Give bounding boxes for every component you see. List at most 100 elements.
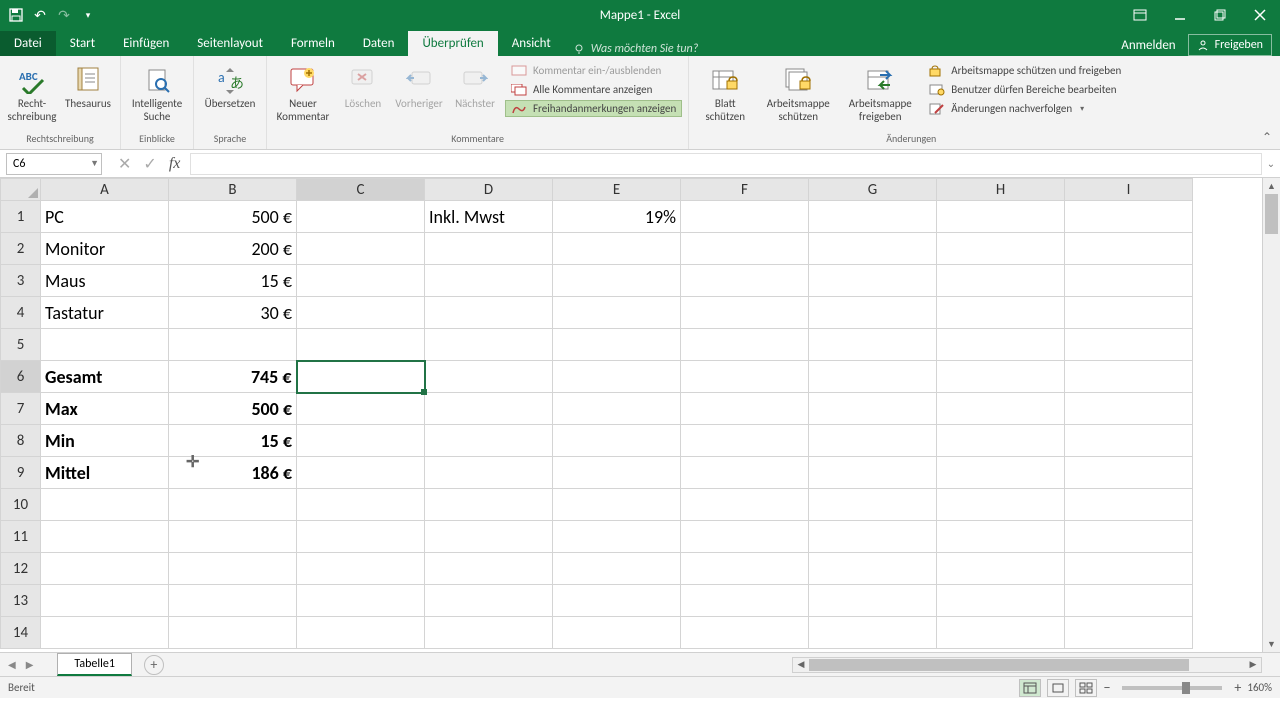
cell-F11[interactable] <box>681 521 809 553</box>
ribbon-options-icon[interactable] <box>1120 0 1160 30</box>
scroll-up-icon[interactable]: ▲ <box>1263 178 1280 194</box>
column-header-F[interactable]: F <box>681 179 809 201</box>
horizontal-scrollbar[interactable]: ◀ ▶ <box>792 657 1262 673</box>
row-header-4[interactable]: 4 <box>1 297 41 329</box>
cell-B10[interactable] <box>169 489 297 521</box>
tab-daten[interactable]: Daten <box>349 31 409 56</box>
cell-I10[interactable] <box>1065 489 1193 521</box>
cell-I8[interactable] <box>1065 425 1193 457</box>
cell-G4[interactable] <box>809 297 937 329</box>
tab-ansicht[interactable]: Ansicht <box>498 31 565 56</box>
cell-C13[interactable] <box>297 585 425 617</box>
translate-button[interactable]: aあ Übersetzen <box>200 62 260 113</box>
qat-customize-icon[interactable]: ▾ <box>80 7 96 23</box>
row-header-9[interactable]: 9 <box>1 457 41 489</box>
row-header-14[interactable]: 14 <box>1 617 41 649</box>
cell-C6[interactable] <box>297 361 425 393</box>
cell-F3[interactable] <box>681 265 809 297</box>
signin-link[interactable]: Anmelden <box>1121 38 1175 53</box>
new-sheet-button[interactable]: + <box>144 655 164 675</box>
cell-H10[interactable] <box>937 489 1065 521</box>
cell-E10[interactable] <box>553 489 681 521</box>
cell-E9[interactable] <box>553 457 681 489</box>
cell-D12[interactable] <box>425 553 553 585</box>
tab-einfügen[interactable]: Einfügen <box>109 31 183 56</box>
cell-E1[interactable]: 19% <box>553 201 681 233</box>
row-header-10[interactable]: 10 <box>1 489 41 521</box>
cell-G3[interactable] <box>809 265 937 297</box>
hscroll-thumb[interactable] <box>809 659 1189 671</box>
cell-D10[interactable] <box>425 489 553 521</box>
cell-G13[interactable] <box>809 585 937 617</box>
vertical-scrollbar[interactable]: ▲ ▼ <box>1262 178 1280 652</box>
select-all-corner[interactable] <box>1 179 41 201</box>
insert-function-icon[interactable]: fx <box>169 155 181 173</box>
cell-H7[interactable] <box>937 393 1065 425</box>
cell-F5[interactable] <box>681 329 809 361</box>
cell-B9[interactable]: 186 € <box>169 457 297 489</box>
cell-E3[interactable] <box>553 265 681 297</box>
page-layout-view-button[interactable] <box>1047 679 1069 697</box>
cell-D3[interactable] <box>425 265 553 297</box>
cell-F9[interactable] <box>681 457 809 489</box>
cell-F8[interactable] <box>681 425 809 457</box>
row-header-1[interactable]: 1 <box>1 201 41 233</box>
prev-comment-button[interactable]: Vorheriger <box>393 62 445 113</box>
cell-E14[interactable] <box>553 617 681 649</box>
cell-D1[interactable]: Inkl. Mwst <box>425 201 553 233</box>
cell-B13[interactable] <box>169 585 297 617</box>
cell-D9[interactable] <box>425 457 553 489</box>
redo-icon[interactable]: ↷ <box>56 7 72 23</box>
cell-B5[interactable] <box>169 329 297 361</box>
cell-B7[interactable]: 500 € <box>169 393 297 425</box>
cell-G12[interactable] <box>809 553 937 585</box>
cell-H4[interactable] <box>937 297 1065 329</box>
scroll-right-icon[interactable]: ▶ <box>1245 659 1261 670</box>
sheet-tab[interactable]: Tabelle1 <box>57 653 132 676</box>
cell-G2[interactable] <box>809 233 937 265</box>
cell-G6[interactable] <box>809 361 937 393</box>
protect-workbook-button[interactable]: Arbeitsmappe schützen <box>759 62 837 125</box>
cell-E6[interactable] <box>553 361 681 393</box>
scrollbar-thumb[interactable] <box>1265 194 1278 234</box>
row-header-6[interactable]: 6 <box>1 361 41 393</box>
thesaurus-button[interactable]: Thesaurus <box>62 62 114 113</box>
column-header-G[interactable]: G <box>809 179 937 201</box>
row-header-11[interactable]: 11 <box>1 521 41 553</box>
cell-D4[interactable] <box>425 297 553 329</box>
cell-E8[interactable] <box>553 425 681 457</box>
row-header-12[interactable]: 12 <box>1 553 41 585</box>
cell-A12[interactable] <box>41 553 169 585</box>
tab-nav[interactable]: ◀▶ <box>0 658 41 671</box>
cell-G1[interactable] <box>809 201 937 233</box>
column-header-I[interactable]: I <box>1065 179 1193 201</box>
cell-I4[interactable] <box>1065 297 1193 329</box>
cell-G11[interactable] <box>809 521 937 553</box>
cell-D6[interactable] <box>425 361 553 393</box>
cell-F6[interactable] <box>681 361 809 393</box>
cell-I7[interactable] <box>1065 393 1193 425</box>
cell-D7[interactable] <box>425 393 553 425</box>
cell-H11[interactable] <box>937 521 1065 553</box>
tab-formeln[interactable]: Formeln <box>277 31 349 56</box>
cell-G7[interactable] <box>809 393 937 425</box>
cell-F2[interactable] <box>681 233 809 265</box>
cell-D14[interactable] <box>425 617 553 649</box>
cell-I3[interactable] <box>1065 265 1193 297</box>
cell-E13[interactable] <box>553 585 681 617</box>
cell-B3[interactable]: 15 € <box>169 265 297 297</box>
spreadsheet-grid[interactable]: ABCDEFGHI1PC500 €Inkl. Mwst19%2Monitor20… <box>0 178 1280 652</box>
column-header-E[interactable]: E <box>553 179 681 201</box>
tab-seitenlayout[interactable]: Seitenlayout <box>183 31 277 56</box>
row-header-2[interactable]: 2 <box>1 233 41 265</box>
cell-A5[interactable] <box>41 329 169 361</box>
cell-B11[interactable] <box>169 521 297 553</box>
page-break-view-button[interactable] <box>1075 679 1097 697</box>
cell-A11[interactable] <box>41 521 169 553</box>
enter-formula-icon[interactable]: ✓ <box>143 154 156 174</box>
row-header-13[interactable]: 13 <box>1 585 41 617</box>
cell-B12[interactable] <box>169 553 297 585</box>
cell-C14[interactable] <box>297 617 425 649</box>
cell-I1[interactable] <box>1065 201 1193 233</box>
new-comment-button[interactable]: Neuer Kommentar <box>273 62 333 125</box>
